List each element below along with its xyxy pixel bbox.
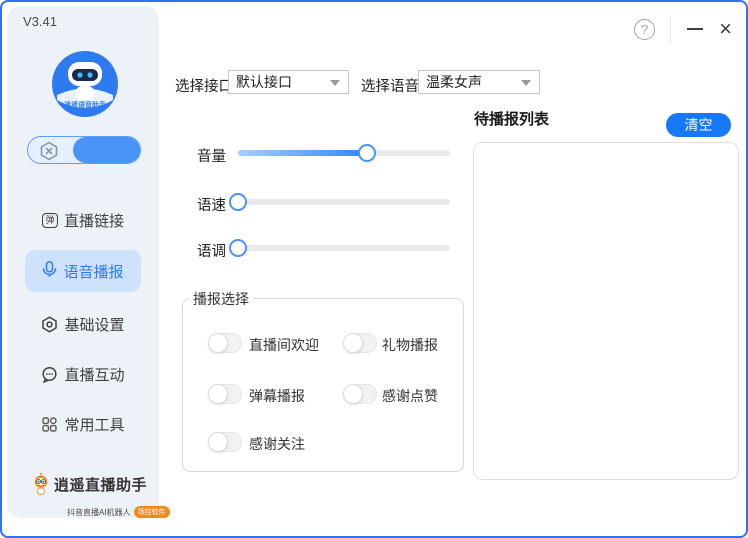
- avatar: 逍遥语音助手: [51, 50, 119, 118]
- hexagon-x-icon: [39, 141, 59, 161]
- toggle-thank-likes[interactable]: [343, 384, 377, 404]
- sidebar-item-label: 语音播报: [63, 261, 123, 282]
- toggle-label: 感谢点赞: [382, 386, 438, 406]
- help-icon[interactable]: ?: [634, 19, 655, 40]
- window-controls: ? ×: [634, 15, 732, 43]
- pending-list-title: 待播报列表: [474, 108, 549, 129]
- pitch-label: 语调: [197, 240, 226, 261]
- pitch-slider-thumb[interactable]: [229, 239, 247, 257]
- sidebar-item-basic-settings[interactable]: 基础设置: [7, 310, 159, 338]
- sidebar-item-live-interaction[interactable]: 直播互动: [7, 360, 159, 388]
- sidebar: V3.41 逍遥语音助手 弹: [7, 6, 159, 518]
- svg-text:逍遥语音助手: 逍遥语音助手: [64, 100, 106, 109]
- sidebar-item-label: 直播互动: [64, 364, 124, 385]
- minimize-button[interactable]: [686, 16, 704, 42]
- close-button[interactable]: ×: [719, 18, 732, 40]
- toggle-label: 直播间欢迎: [249, 335, 319, 355]
- toggle-thank-follow[interactable]: [208, 432, 242, 452]
- toggle-knob: [208, 384, 228, 404]
- pitch-slider[interactable]: [238, 245, 450, 251]
- toggle-gift-broadcast[interactable]: [343, 333, 377, 353]
- volume-slider-thumb[interactable]: [358, 144, 376, 162]
- sidebar-item-voice-broadcast[interactable]: 语音播报: [25, 250, 141, 292]
- sidebar-item-label: 基础设置: [64, 314, 124, 335]
- brand-subtitle: 抖音直播AI机器人: [67, 507, 131, 518]
- settings-hex-icon: [41, 316, 58, 333]
- volume-slider-fill: [238, 150, 367, 156]
- sidebar-item-label: 直播链接: [64, 210, 124, 231]
- speed-slider-thumb[interactable]: [229, 193, 247, 211]
- broadcast-selection-group: 播报选择 直播间欢迎 礼物播报 弹幕播报 感谢点赞 感谢关注: [182, 298, 464, 472]
- controls-divider: [670, 15, 671, 43]
- speed-label: 语速: [197, 194, 226, 215]
- sidebar-item-label: 常用工具: [64, 414, 124, 435]
- toggle-knob: [208, 432, 228, 452]
- pending-list-box[interactable]: [473, 142, 739, 480]
- brand-logo: 逍遥直播助手 抖音直播AI机器人 场控软件: [31, 464, 147, 518]
- brand-badge: 场控软件: [134, 506, 170, 518]
- toggle-danmaku-broadcast[interactable]: [208, 384, 242, 404]
- voice-select-value: 温柔女声: [426, 72, 482, 92]
- robot-avatar-icon: 逍遥语音助手: [51, 50, 119, 118]
- toggle-knob: [73, 137, 140, 163]
- chevron-down-icon: [330, 80, 340, 86]
- toggle-knob: [343, 333, 363, 353]
- interface-select-value: 默认接口: [236, 72, 292, 92]
- chevron-down-icon: [521, 80, 531, 86]
- brand-title: 逍遥直播助手: [54, 474, 147, 495]
- toggle-knob: [343, 384, 363, 404]
- minimize-icon: [687, 28, 703, 30]
- app-window: V3.41 逍遥语音助手 弹: [0, 0, 748, 538]
- toggle-label: 礼物播报: [382, 335, 438, 355]
- chat-bubble-icon: [41, 366, 58, 383]
- interface-select[interactable]: 默认接口: [228, 70, 349, 94]
- toggle-label: 弹幕播报: [249, 386, 305, 406]
- toggle-label: 感谢关注: [249, 434, 305, 454]
- microphone-icon: [42, 261, 57, 282]
- sidebar-item-common-tools[interactable]: 常用工具: [7, 410, 159, 438]
- volume-slider[interactable]: [238, 150, 450, 156]
- voice-select-label: 选择语音:: [361, 75, 423, 96]
- toggle-room-welcome[interactable]: [208, 333, 242, 353]
- version-label: V3.41: [23, 14, 57, 29]
- voice-select[interactable]: 温柔女声: [418, 70, 540, 94]
- sidebar-item-live-link[interactable]: 弹 直播链接: [7, 206, 159, 234]
- voice-power-toggle[interactable]: [27, 136, 141, 164]
- grid-tools-icon: [41, 416, 58, 433]
- clear-button[interactable]: 清空: [666, 113, 731, 137]
- volume-label: 音量: [197, 145, 226, 166]
- speed-slider[interactable]: [238, 199, 450, 205]
- orange-robot-mascot-icon: [31, 464, 51, 504]
- toggle-knob: [208, 333, 228, 353]
- danmaku-bubble-icon: 弹: [42, 213, 58, 228]
- broadcast-group-title: 播报选择: [189, 289, 253, 309]
